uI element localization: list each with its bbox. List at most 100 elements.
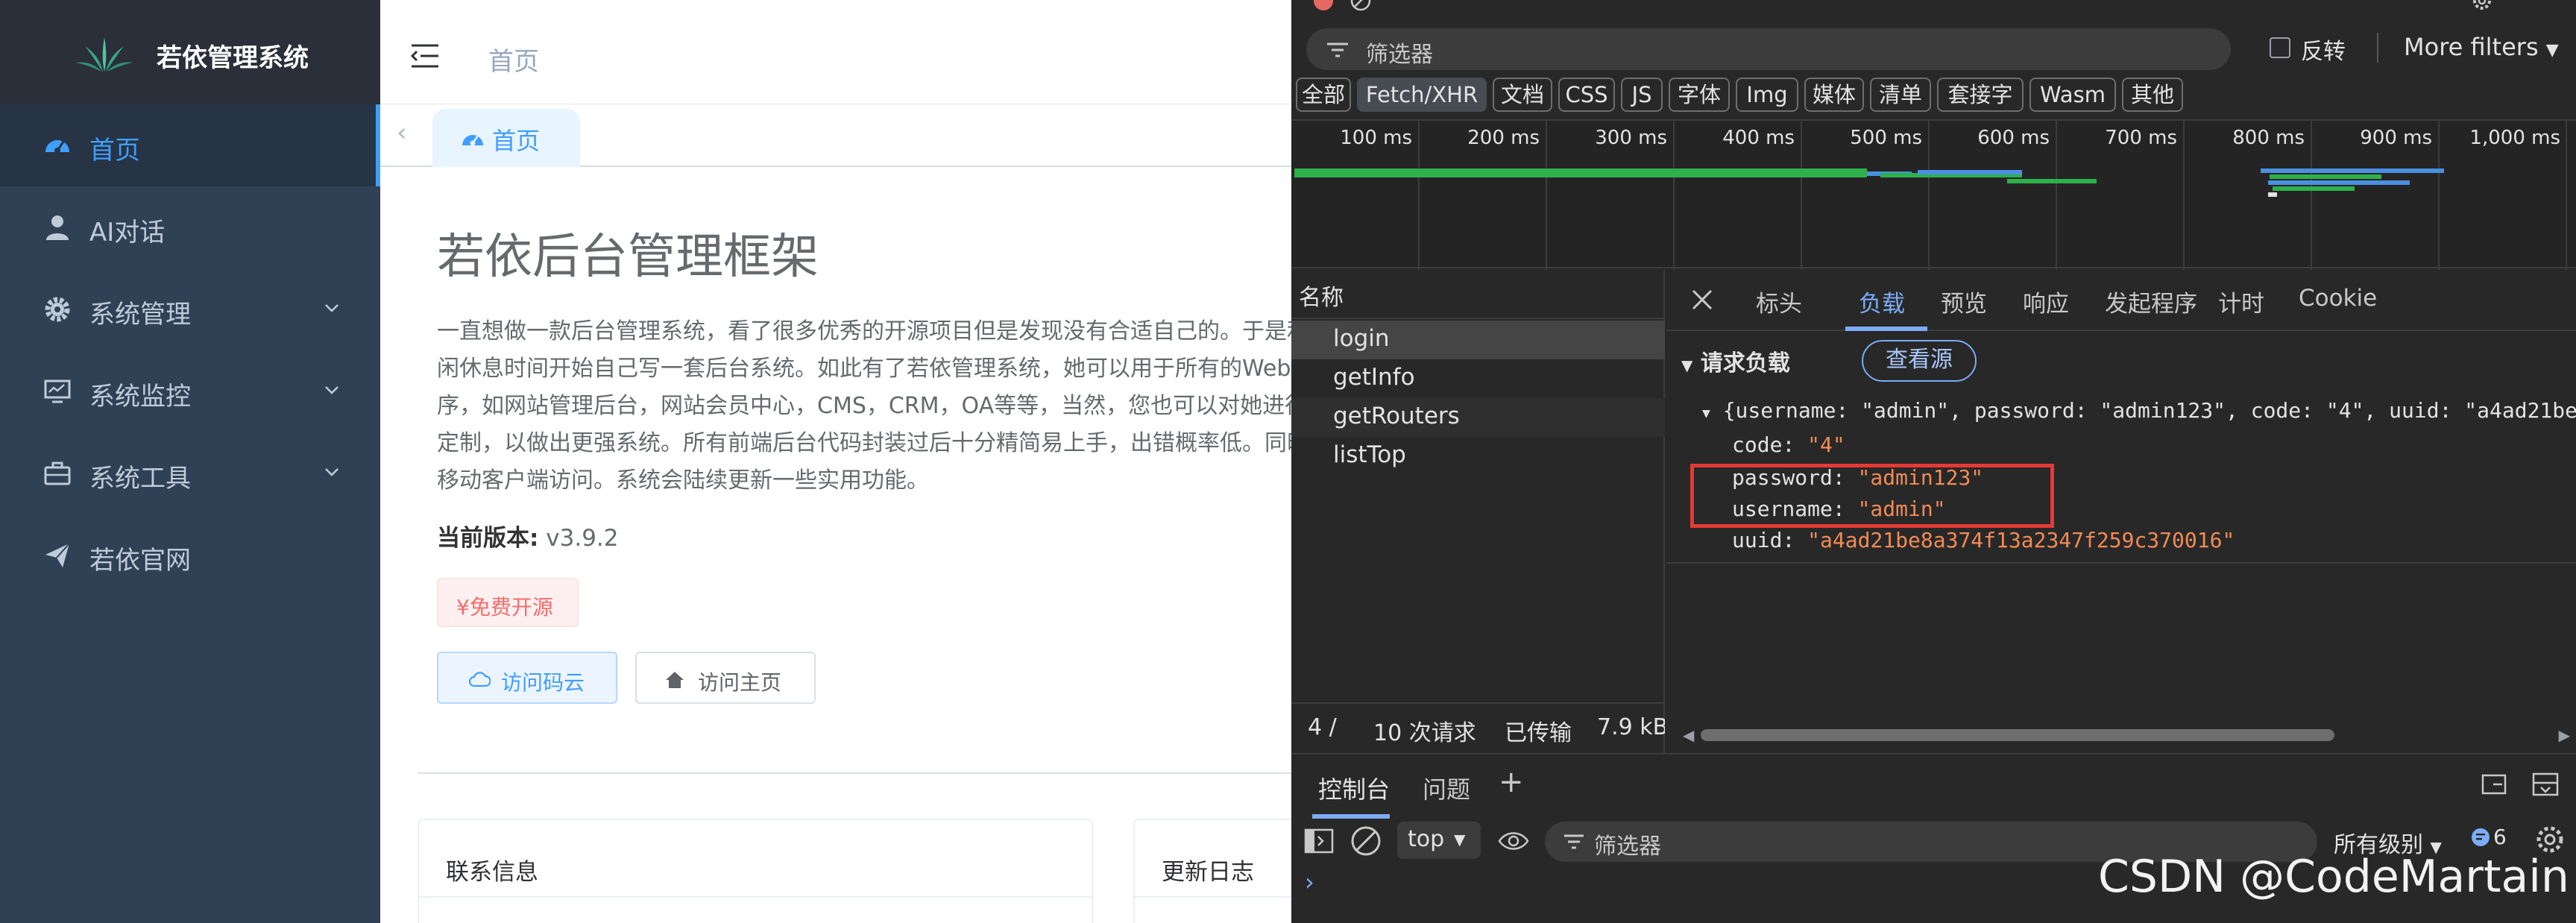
plus-icon[interactable]: +	[1499, 765, 1524, 799]
sidebar-item-system-admin[interactable]: 系统管理	[0, 268, 380, 350]
scroll-left-icon[interactable]: ◀	[1683, 726, 1694, 744]
sidebar-item-system-tools[interactable]: 系统工具	[0, 432, 380, 514]
payload-value: "a4ad21be8a374f13a2347f259c370016"	[1807, 528, 2235, 552]
view-source-button[interactable]: 查看源	[1862, 340, 1977, 382]
clear-console-icon[interactable]	[1350, 825, 1382, 857]
request-row-listtop[interactable]: listTop	[1291, 437, 1665, 476]
filter-icon	[1564, 834, 1584, 849]
monitor-icon	[44, 379, 71, 403]
dock-icon[interactable]	[2478, 771, 2508, 798]
dashboard-icon	[45, 140, 69, 154]
payload-row: uuid: "a4ad21be8a374f13a2347f259c370016"	[1732, 528, 2235, 552]
filtered-count: 4 /	[1308, 714, 1337, 740]
timeline-bar	[2261, 168, 2444, 173]
timeline-tick-label: 400 ms	[1722, 127, 1795, 149]
payload-value: "4"	[1807, 432, 1845, 457]
contact-card: 联系信息	[418, 819, 1093, 923]
payload-section-header[interactable]: ▼ 请求负载	[1681, 344, 1790, 377]
close-icon[interactable]	[1689, 286, 1716, 313]
scroll-right-icon[interactable]: ▶	[2559, 726, 2570, 744]
cloud-icon	[468, 672, 491, 687]
close-drawer-icon[interactable]	[2531, 771, 2560, 798]
watermark: CSDN @CodeMartain	[2098, 851, 2569, 903]
type-filter-media[interactable]: 媒体	[1804, 78, 1864, 112]
visit-homepage-button[interactable]: 访问主页	[635, 652, 816, 704]
breadcrumb: 首页	[488, 47, 539, 77]
request-row-getrouters[interactable]: getRouters	[1291, 398, 1665, 437]
tab-preview[interactable]: 预览	[1941, 285, 1987, 318]
visit-gitee-button[interactable]: 访问码云	[437, 652, 617, 704]
timeline-bar	[1294, 168, 1867, 177]
type-filter-font[interactable]: 字体	[1669, 78, 1730, 112]
request-row-login[interactable]: login	[1291, 321, 1665, 359]
payload-key: uuid	[1732, 528, 1783, 552]
request-count: 10 次请求	[1373, 720, 1476, 746]
sidebar: 若依管理系统 首页 AI对话 系统管理 系统监控 系统工具 若依官网	[0, 0, 380, 923]
toolbox-icon	[44, 462, 71, 485]
tab-initiator[interactable]: 发起程序	[2105, 285, 2197, 318]
chevron-down-icon	[325, 386, 338, 394]
timeline-gridline	[2566, 121, 2567, 270]
payload-summary[interactable]: ▼ {username: "admin", password: "admin12…	[1702, 398, 2576, 423]
chevron-down-icon	[325, 468, 338, 476]
tab-console[interactable]: 控制台	[1318, 771, 1390, 805]
type-filter-other[interactable]: 其他	[2122, 78, 2183, 112]
sidebar-toggle-icon[interactable]	[1303, 826, 1335, 856]
type-filter-manifest[interactable]: 清单	[1870, 78, 1931, 112]
sidebar-item-system-monitor[interactable]: 系统监控	[0, 350, 380, 432]
sidebar-item-ai-chat[interactable]: AI对话	[0, 186, 380, 268]
network-filter-input[interactable]: 筛选器	[1306, 28, 2231, 70]
eye-icon[interactable]	[1497, 828, 1530, 854]
sidebar-item-ruoyi-site[interactable]: 若依官网	[0, 514, 380, 596]
gear-icon[interactable]	[2471, 0, 2493, 12]
console-prompt-icon[interactable]: ›	[1305, 868, 1314, 896]
type-filter-wasm[interactable]: Wasm	[2029, 78, 2116, 112]
request-row-getinfo[interactable]: getInfo	[1291, 359, 1665, 398]
timeline-bar	[2268, 192, 2277, 197]
clear-icon[interactable]	[1350, 0, 1372, 12]
timeline-tick-label: 700 ms	[2105, 127, 2177, 149]
intro-line: 移动客户端访问。系统会陆续更新一些实用功能。	[437, 467, 929, 494]
type-filter-fetch-xhr[interactable]: Fetch/XHR	[1357, 78, 1487, 112]
house-icon	[666, 672, 684, 688]
context-selector[interactable]: top ▼	[1397, 822, 1481, 859]
type-filter-img[interactable]: Img	[1736, 78, 1798, 112]
type-filter-websocket[interactable]: 套接字	[1937, 78, 2024, 112]
divider	[418, 772, 1291, 774]
detail-tabs: 标头 负载 预览 响应 发起程序 计时 Cookie	[1666, 270, 2576, 331]
timeline-bar	[2268, 180, 2410, 185]
network-filter-bar: 筛选器 反转 More filters ▼	[1291, 22, 2576, 76]
horizontal-scrollbar[interactable]: ◀ ▶	[1683, 726, 2570, 744]
gear-icon	[45, 297, 70, 322]
type-filter-all[interactable]: 全部	[1296, 78, 1351, 112]
tab-response[interactable]: 响应	[2023, 285, 2069, 318]
issues-icon[interactable]	[2469, 826, 2492, 848]
version-info: 当前版本: v3.9.2	[437, 519, 619, 552]
sidebar-item-home[interactable]: 首页	[0, 104, 380, 186]
network-timeline[interactable]: 100 ms 200 ms 300 ms 400 ms 500 ms 600 m…	[1291, 119, 2576, 270]
tab-timing[interactable]: 计时	[2218, 285, 2264, 318]
page-title: 若依后台管理框架	[437, 230, 819, 285]
type-filter-js[interactable]: JS	[1621, 78, 1663, 112]
drawer-tabs: 控制台 问题 +	[1291, 753, 2576, 819]
resource-type-filters: 全部 Fetch/XHR 文档 CSS JS 字体 Img 媒体 清单 套接字 …	[1291, 76, 2576, 118]
type-filter-doc[interactable]: 文档	[1493, 78, 1552, 112]
tab-payload[interactable]: 负载	[1859, 285, 1905, 318]
hamburger-icon[interactable]	[410, 43, 440, 69]
tab-headers[interactable]: 标头	[1756, 285, 1802, 318]
invert-checkbox[interactable]	[2270, 37, 2290, 58]
sidebar-logo[interactable]: 若依管理系统	[0, 0, 380, 104]
more-filters-dropdown[interactable]: More filters ▼	[2404, 33, 2559, 61]
tab-issues[interactable]: 问题	[1423, 771, 1470, 805]
record-icon[interactable]	[1312, 0, 1335, 12]
timeline-bar	[2270, 174, 2381, 179]
button-label: 访问主页	[698, 670, 782, 695]
scrollbar-thumb[interactable]	[1701, 729, 2334, 741]
tag-home[interactable]: 首页	[432, 109, 580, 167]
request-name: getInfo	[1333, 364, 1415, 391]
chevron-left-icon[interactable]: ‹	[397, 118, 407, 148]
type-filter-css[interactable]: CSS	[1558, 78, 1615, 112]
intro-line: 定制，以做出更强系统。所有前端后台代码封装过后十分精简易上手，出错概率低。同时支…	[437, 430, 1324, 456]
request-list-header: 名称	[1291, 270, 1665, 319]
tab-cookies[interactable]: Cookie	[2299, 285, 2377, 312]
